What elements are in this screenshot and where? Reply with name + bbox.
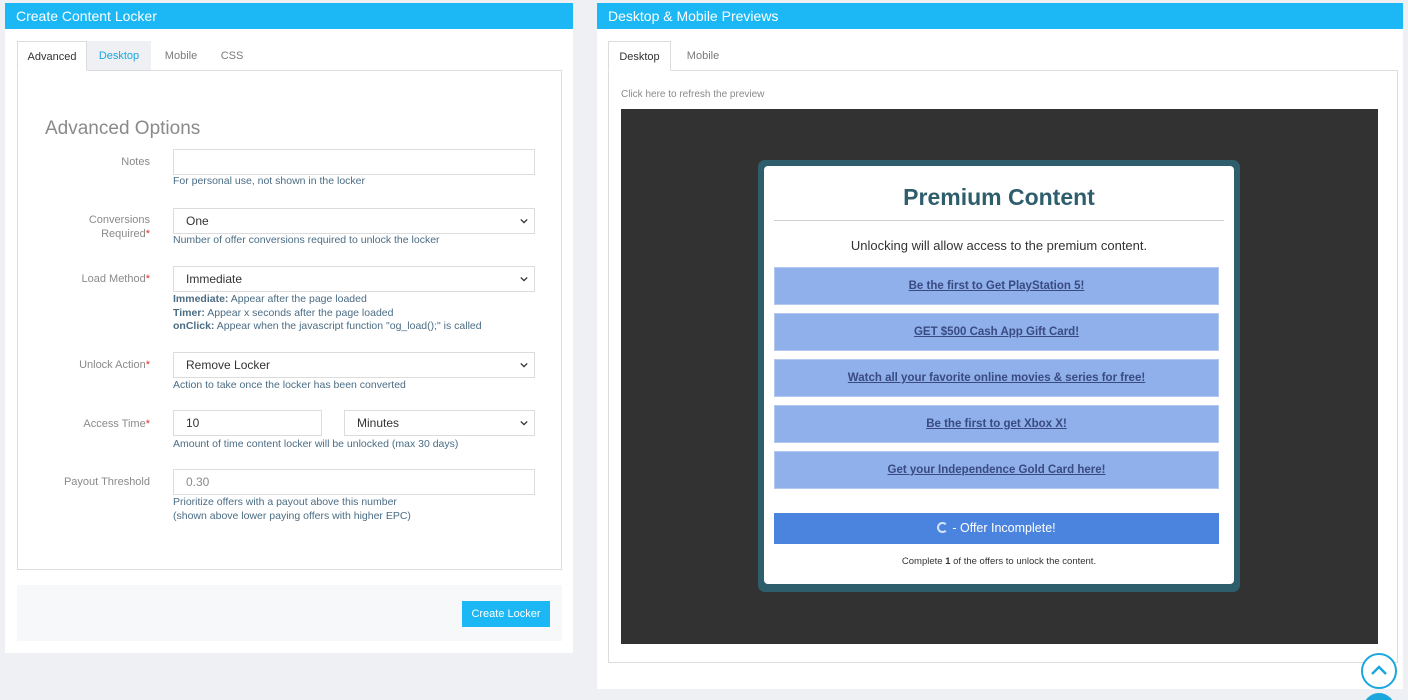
chevron-down-icon <box>520 420 528 426</box>
preview-tabs: Desktop Mobile <box>608 41 1398 71</box>
offer-link[interactable]: Be the first to Get PlayStation 5! <box>774 267 1219 305</box>
payout-threshold-input[interactable]: 0.30 <box>173 469 535 495</box>
unlock-action-label-text: Unlock Action <box>79 359 146 371</box>
access-time-unit-select[interactable]: Minutes <box>344 410 535 436</box>
create-locker-panel: Create Content Locker Advanced Desktop M… <box>5 3 573 653</box>
tab-desktop-preview[interactable]: Desktop <box>608 41 671 71</box>
load-method-label-text: Load Method <box>81 273 146 285</box>
previews-panel: Desktop & Mobile Previews Desktop Mobile… <box>597 3 1403 689</box>
tab-desktop[interactable]: Desktop <box>87 41 151 71</box>
payout-threshold-label: Payout Threshold <box>63 476 150 488</box>
chevron-up-icon <box>1371 665 1387 675</box>
panel-title: Create Content Locker <box>5 3 573 29</box>
access-time-label-text: Access Time <box>83 418 146 430</box>
locker-tabs: Advanced Desktop Mobile CSS <box>17 41 567 71</box>
secondary-floating-button[interactable] <box>1363 693 1395 700</box>
load-method-label: Load Method* <box>82 272 151 286</box>
conversions-label-line2: Required <box>101 228 146 240</box>
spinner-icon <box>937 522 949 533</box>
panel-title: Desktop & Mobile Previews <box>597 3 1403 29</box>
chevron-down-icon <box>520 218 528 224</box>
tab-mobile-preview[interactable]: Mobile <box>673 41 733 71</box>
offer-status-bar: - Offer Incomplete! <box>774 513 1219 544</box>
access-time-input[interactable]: 10 <box>173 410 322 436</box>
load-method-help-immediate: Immediate: Appear after the page loaded <box>173 293 367 305</box>
preview-canvas: Premium Content Unlocking will allow acc… <box>621 109 1378 644</box>
tab-mobile[interactable]: Mobile <box>153 41 209 71</box>
section-title: Advanced Options <box>45 118 201 139</box>
create-locker-button[interactable]: Create Locker <box>462 601 550 627</box>
load-method-value: Immediate <box>186 272 243 286</box>
unlock-action-select[interactable]: Remove Locker <box>173 352 535 378</box>
offer-link[interactable]: Get your Independence Gold Card here! <box>774 451 1219 489</box>
access-time-help: Amount of time content locker will be un… <box>173 438 459 450</box>
advanced-options-pane: Advanced Options Notes For personal use,… <box>17 70 562 570</box>
conversions-label: Conversions Required* <box>89 213 150 241</box>
offer-link[interactable]: Watch all your favorite online movies & … <box>774 359 1219 397</box>
access-time-label: Access Time* <box>83 417 150 431</box>
chevron-down-icon <box>520 362 528 368</box>
required-mark: * <box>145 418 150 430</box>
locker-box: Premium Content Unlocking will allow acc… <box>764 166 1234 584</box>
chevron-down-icon <box>520 276 528 282</box>
locker-description: Unlocking will allow access to the premi… <box>850 238 1148 253</box>
tab-advanced[interactable]: Advanced <box>17 41 87 71</box>
required-mark: * <box>145 273 150 285</box>
access-time-unit-value: Minutes <box>357 416 400 430</box>
locker-frame: Premium Content Unlocking will allow acc… <box>758 160 1240 592</box>
tab-css[interactable]: CSS <box>211 41 253 71</box>
offer-link[interactable]: Be the first to get Xbox X! <box>774 405 1219 443</box>
required-mark: * <box>145 359 150 371</box>
completion-instructions: Complete 1 of the offers to unlock the c… <box>901 556 1097 567</box>
notes-help: For personal use, not shown in the locke… <box>173 175 366 187</box>
payout-threshold-help: Prioritize offers with a payout above th… <box>173 496 411 522</box>
required-mark: * <box>145 228 150 240</box>
conversions-value: One <box>186 214 209 228</box>
offer-link[interactable]: GET $500 Cash App Gift Card! <box>774 313 1219 351</box>
conversions-select[interactable]: One <box>173 208 535 234</box>
unlock-action-value: Remove Locker <box>186 358 271 372</box>
load-method-help-onclick: onClick: Appear when the javascript func… <box>173 320 482 332</box>
locker-title: Premium Content <box>903 184 1095 210</box>
unlock-action-help: Action to take once the locker has been … <box>173 379 406 391</box>
conversions-help: Number of offer conversions required to … <box>173 234 440 246</box>
refresh-preview-link[interactable]: Click here to refresh the preview <box>621 89 764 100</box>
scroll-top-button[interactable] <box>1361 653 1397 689</box>
notes-label: Notes <box>121 156 150 168</box>
conversions-label-line1: Conversions <box>88 214 150 226</box>
load-method-help-timer: Timer: Appear x seconds after the page l… <box>173 306 394 319</box>
unlock-action-label: Unlock Action* <box>79 358 150 372</box>
load-method-select[interactable]: Immediate <box>173 266 535 292</box>
offer-status-text: - Offer Incomplete! <box>952 521 1056 535</box>
notes-input[interactable] <box>173 149 535 175</box>
divider <box>774 220 1224 221</box>
load-method-help: Immediate: Appear after the page loaded … <box>173 293 482 334</box>
